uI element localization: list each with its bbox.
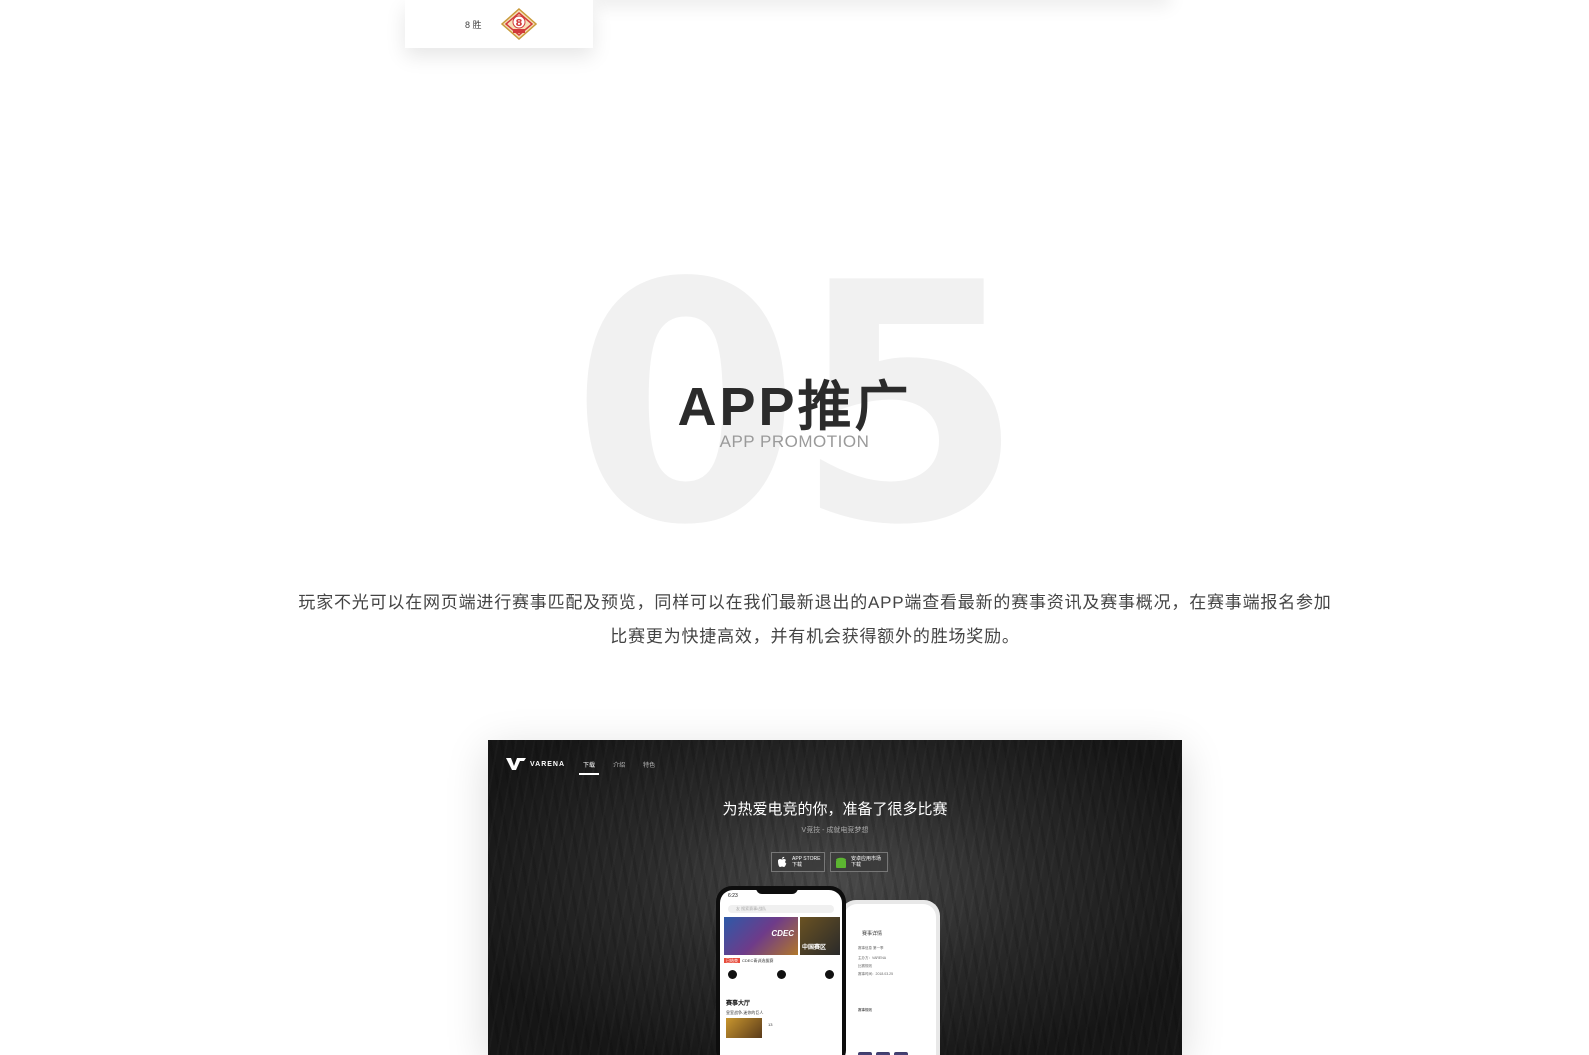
- quick-entry-icon[interactable]: [825, 970, 834, 979]
- description-line-2: 比赛更为快捷高效，并有机会获得额外的胜场奖励。: [610, 627, 1020, 646]
- section-title: APP推广: [677, 377, 912, 437]
- section-description: 玩家不光可以在网页端进行赛事匹配及预览，同样可以在我们最新退出的APP端查看最新…: [270, 586, 1360, 654]
- quick-entry-icon[interactable]: [728, 970, 737, 979]
- status-tag: 已结束: [724, 958, 740, 963]
- description-line-1: 玩家不光可以在网页端进行赛事匹配及预览，同样可以在我们最新退出的APP端查看最新…: [298, 593, 1332, 612]
- app-landing-screenshot: VARENA 下载 介绍 特色 为热爱电竞的你，准备了很多比赛 V竞技 - 成就…: [488, 740, 1182, 1055]
- android-market-label: 安卓应用市场 下载: [851, 856, 881, 868]
- match-list-item[interactable]: 皇室战争-迷你的巨人: [726, 1010, 763, 1016]
- side-banner[interactable]: 中国赛区: [800, 917, 840, 955]
- status-time: 6:23: [728, 893, 738, 899]
- match-rules-tab[interactable]: 赛事规则: [858, 1008, 872, 1013]
- section-subtitle: APP PROMOTION: [719, 432, 870, 451]
- match-detail-title: 赛事详情: [862, 931, 883, 937]
- quick-entry-icon[interactable]: [776, 970, 786, 979]
- nav-download[interactable]: 下载: [579, 760, 600, 775]
- android-market-button[interactable]: 安卓应用市场 下载: [830, 852, 888, 872]
- phone-mockup-back: 赛事详情 赛事信息 第一季 主办方：VARENA 比赛规则 赛事时间：2018.…: [840, 900, 940, 1055]
- android-market-line2: 下载: [851, 862, 862, 868]
- hero-title: 为热爱电竞的你，准备了很多比赛: [722, 801, 948, 818]
- nav-intro[interactable]: 介绍: [613, 760, 625, 769]
- phone-front-screen: 6:23 友 搜索赛事/战队 CDEC 中国赛区 已结束 CDEC青训选拔赛 赛事…: [720, 890, 842, 1055]
- phone-notch: [756, 886, 798, 894]
- match-info-line: 赛事信息 第一季: [858, 946, 884, 950]
- android-icon: [836, 857, 846, 868]
- apple-icon: [778, 856, 787, 867]
- match-count: 13: [768, 1022, 773, 1027]
- banner-caption: 已结束 CDEC青训选拔赛: [724, 958, 773, 964]
- app-store-label: APP STORE 下载: [792, 856, 820, 868]
- page: 8 胜 8 05 APP推广 APP PROMOTION 玩家不光可以在网页端进…: [0, 0, 1589, 1055]
- win-card: 8 胜: [405, 0, 593, 48]
- main-banner[interactable]: CDEC: [724, 917, 798, 955]
- win-badge-icon: 8: [501, 8, 537, 40]
- match-time-line: 赛事时间：2018.03.25: [858, 972, 894, 976]
- varena-logo-icon: [506, 758, 526, 770]
- win-count-text: 8 胜: [465, 20, 482, 30]
- banner-caption-text: CDEC青训选拔赛: [742, 958, 774, 963]
- app-store-button[interactable]: APP STORE 下载: [771, 852, 825, 872]
- side-banner-text: 中国赛区: [802, 945, 827, 951]
- hero-subtitle: V竞技 - 成就电竞梦想: [801, 827, 869, 834]
- brand-name: VARENA: [530, 760, 566, 768]
- landing-nav: VARENA 下载 介绍 特色: [506, 754, 655, 775]
- nav-features[interactable]: 特色: [643, 760, 655, 769]
- app-search-bar[interactable]: 友 搜索赛事/战队: [728, 905, 834, 913]
- phone-mockup-front: 6:23 友 搜索赛事/战队 CDEC 中国赛区 已结束 CDEC青训选拔赛 赛事…: [716, 886, 846, 1055]
- organizer-line: 主办方：VARENA: [858, 956, 887, 960]
- badge-number: 8: [516, 18, 523, 29]
- quick-icons-row: [728, 970, 834, 979]
- rules-line: 比赛规则: [858, 964, 872, 968]
- main-banner-text: CDEC: [771, 929, 794, 938]
- match-hall-heading: 赛事大厅: [726, 1001, 751, 1007]
- app-store-line2: 下载: [792, 862, 803, 868]
- match-thumbnail: [726, 1018, 762, 1038]
- phone-back-screen: 赛事详情 赛事信息 第一季 主办方：VARENA 比赛规则 赛事时间：2018.…: [844, 904, 936, 1055]
